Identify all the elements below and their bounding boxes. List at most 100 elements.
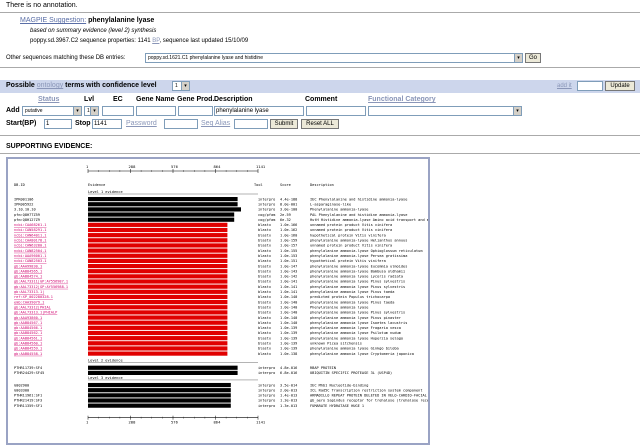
evidence-db-id: gb:AAB84558.1: [14, 352, 42, 356]
start-input[interactable]: 1: [44, 119, 72, 129]
evidence-db-id: PTHR11961:SF1: [14, 394, 42, 398]
evidence-bar: [88, 403, 231, 408]
annotation-note: There is no annotation.: [6, 2, 78, 9]
sequence-properties: poppy.sd.3967.C2 sequence properties: 11…: [30, 38, 248, 45]
evidence-description: phenylalanine ammonia-lyase Eucommia ulm…: [310, 264, 407, 268]
axis-tick-label: 864: [214, 420, 222, 425]
evidence-bar: [88, 388, 231, 393]
evidence-bar: [88, 243, 228, 248]
ontology-link[interactable]: ontology: [37, 82, 63, 89]
evidence-bar: [88, 370, 238, 375]
divider: [0, 135, 640, 136]
evidence-score: 1.0e-140: [280, 305, 297, 309]
evidence-score: 1.4e-013: [280, 394, 297, 398]
ec-input[interactable]: [102, 106, 134, 116]
add-it-input[interactable]: [577, 81, 603, 91]
submit-button[interactable]: Submit: [270, 119, 298, 129]
evidence-tool: blastx: [258, 249, 272, 253]
axis-tick-label: 1: [86, 164, 89, 169]
evidence-description: ARMADILLO REPEAT PROTEIN DELETED IN VELO…: [310, 394, 428, 398]
gene-name-input[interactable]: [136, 106, 176, 116]
col-comment: Comment: [305, 96, 338, 103]
other-sequences-label: Other sequences matching these DB entrie…: [6, 55, 126, 61]
evidence-db-id: gb:AAB84574.1: [14, 275, 42, 279]
evidence-score: 1.0e-141: [280, 290, 297, 294]
evidence-score: 1.0e-153: [280, 254, 297, 258]
add-it-link[interactable]: add it: [557, 83, 572, 90]
other-sequences-select[interactable]: poppy.sd.1621.C1 phenylalanine lyase and…: [145, 53, 523, 63]
col-functional-category[interactable]: Functional Category: [368, 96, 436, 104]
evidence-db-id: PTHR24429:SF45: [14, 371, 44, 375]
axis-tick-label: 1141: [256, 420, 266, 425]
evidence-tool: blastx: [258, 342, 272, 346]
col-description: Description: [214, 96, 253, 103]
status-value: putative: [25, 108, 43, 114]
stop-input[interactable]: 1141: [92, 119, 122, 129]
evidence-tool: blastx: [258, 239, 272, 243]
evidence-tool: interpro: [258, 404, 275, 408]
chevron-down-icon: ▾: [90, 107, 98, 115]
status-select[interactable]: putative ▾: [22, 106, 82, 116]
go-button[interactable]: Go: [525, 53, 541, 63]
password-input[interactable]: [164, 119, 198, 129]
evidence-tool: blastx: [258, 223, 272, 227]
col-status[interactable]: Status: [38, 96, 59, 104]
reset-all-button[interactable]: Reset ALL: [301, 119, 339, 129]
evidence-description: phenylalanine ammonia lyase Psilotum nud…: [310, 331, 401, 335]
evidence-score: 1.0e-166: [280, 223, 297, 227]
evidence-description: phenylalanine ammonia lyase Ginkgo bilob…: [310, 347, 399, 351]
seq-alias-input[interactable]: [234, 119, 268, 129]
evidence-bar: [88, 346, 228, 351]
lvl-select[interactable]: 1 ▾: [84, 106, 99, 116]
magpie-suggestion-link[interactable]: MAGPIE Suggestion:: [20, 17, 86, 24]
terms-prefix: Possible: [6, 82, 35, 89]
evidence-tool: interpro: [258, 202, 275, 206]
evidence-db-id: ncbi:CAA68261.1: [14, 223, 46, 227]
evidence-bar: [88, 284, 228, 289]
col-evidence-label: Evidence: [88, 183, 105, 187]
start-label: Start(BP): [6, 120, 37, 127]
evidence-score: 1.0e-139: [280, 342, 297, 346]
update-button[interactable]: Update: [605, 81, 635, 91]
evidence-description: hypothetical protein Vitis vinifera: [310, 233, 386, 237]
evidence-bar: [88, 398, 231, 403]
evidence-bar: [88, 320, 228, 325]
evidence-tool: blastx: [258, 244, 272, 248]
comment-input[interactable]: [306, 106, 366, 116]
suggested-name: phenylalanine lyase: [88, 17, 155, 24]
evidence-description: phenylalanine ammonia lyase Fragaria ves…: [310, 326, 401, 330]
evidence-bar: [88, 279, 228, 284]
evidence-tool: cog/pfam: [258, 218, 275, 222]
confidence-level-select[interactable]: 1 ▾: [172, 81, 190, 91]
evidence-db-id: gb:AAB84565.1: [14, 269, 42, 273]
evidence-score: 2.0e-013: [280, 388, 297, 392]
evidence-description: Phenylalanine ammonia-lyase: [310, 208, 368, 212]
evidence-tool: blastx: [258, 285, 272, 289]
suggestion-basis: based on summary evidence (level 2) synt…: [30, 28, 157, 34]
evidence-tool: blastx: [258, 269, 272, 273]
evidence-tool: interpro: [258, 366, 275, 370]
evidence-score: 1.0e-159: [280, 239, 297, 243]
col-gene-prod: Gene Prod.: [177, 96, 215, 103]
seq-alias-label: Seq Alias: [201, 120, 231, 127]
evidence-bar: [88, 227, 228, 233]
evidence-tool: blastx: [258, 352, 272, 356]
functional-category-select[interactable]: ▾: [368, 106, 522, 116]
evidence-score: 1.0e-139: [280, 347, 297, 351]
evidence-tool: interpro: [258, 208, 275, 212]
description-input[interactable]: phenylalanine lyase: [214, 106, 304, 116]
evidence-db-id: ncbi:CAN63280.1: [14, 244, 46, 248]
gene-prod-input[interactable]: [178, 106, 213, 116]
evidence-bar: [88, 294, 228, 300]
evidence-score: 6e-32: [280, 218, 291, 222]
evidence-score: 1.0e-140: [280, 295, 297, 299]
evidence-db-id: gb:AAB84562.1: [14, 331, 42, 335]
evidence-bar: [88, 263, 228, 269]
evidence-tool: cog/pfam: [258, 213, 275, 217]
evidence-tool: blastx: [258, 275, 272, 279]
evidence-tool: blastx: [258, 316, 272, 320]
evidence-score: 1.0e-139: [280, 331, 297, 335]
evidence-description: phenylalanine ammonia-lyase Persea grati…: [310, 254, 407, 258]
evidence-bar: [88, 202, 238, 207]
evidence-bar: [88, 310, 228, 315]
